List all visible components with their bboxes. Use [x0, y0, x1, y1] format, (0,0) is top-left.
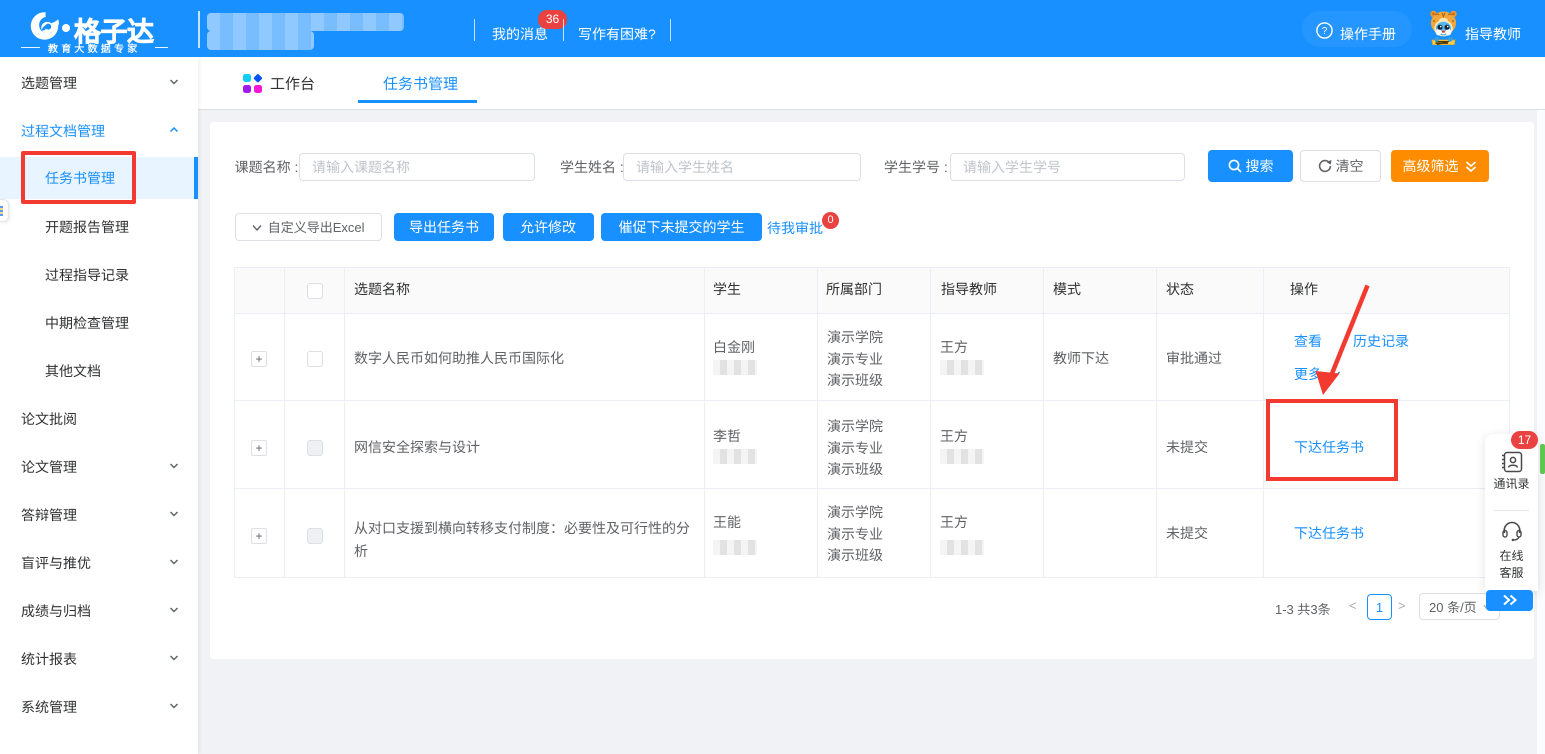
- svg-text:?: ?: [1322, 26, 1328, 37]
